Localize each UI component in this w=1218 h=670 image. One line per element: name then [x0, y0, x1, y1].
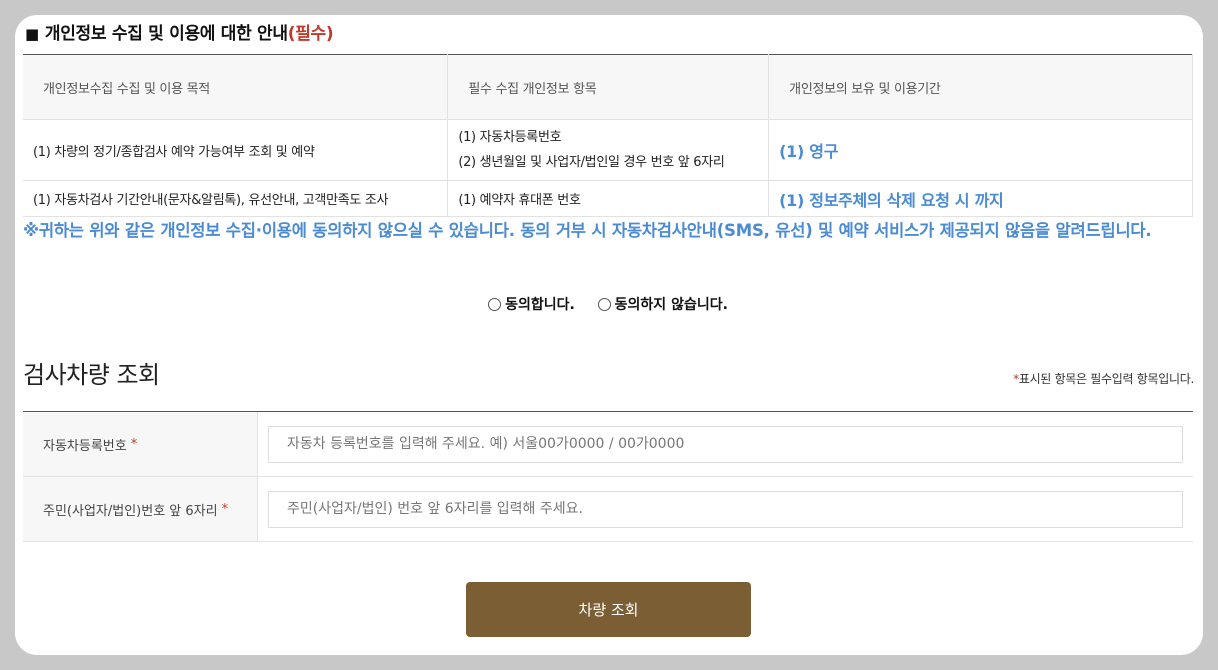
consent-options: 동의합니다. 동의하지 않습니다.: [23, 294, 1193, 314]
vehicle-search-form: 자동차등록번호* 주민(사업자/법인)번호 앞 6자리*: [23, 411, 1193, 542]
required-star: *: [130, 436, 138, 452]
form-row-id: 주민(사업자/법인)번호 앞 6자리 *: [23, 477, 1193, 542]
period-cell: (1) 정보주체의 삭제 요청 시 까지: [768, 180, 1193, 217]
header-purpose: 개인정보수집 수집 및 이용 목적: [23, 54, 449, 120]
vehicle-search-button[interactable]: 차량 조회: [466, 582, 751, 637]
consent-title-text: 개인정보 수집 및 이용에 대한 안내: [44, 24, 288, 44]
table-header-row: 개인정보수집 수집 및 이용 목적 필수 수집 개인정보 항목 개인정보의 보유…: [23, 54, 1193, 120]
required-tag: (필수): [287, 24, 334, 44]
header-items: 필수 수집 개인정보 항목: [447, 54, 770, 120]
required-note-text: 표시된 항목은 필수입력 항목입니다.: [1018, 372, 1194, 386]
id-label-text: 주민(사업자/법인)번호 앞 6자리: [43, 503, 218, 519]
agree-option[interactable]: 동의합니다.: [488, 294, 575, 314]
required-fields-note: *표시된 항목은 필수입력 항목입니다.: [1013, 370, 1194, 387]
content-panel: ■ 개인정보 수집 및 이용에 대한 안내(필수) 개인정보수집 수집 및 이용 …: [15, 15, 1203, 655]
agree-label: 동의합니다.: [505, 297, 575, 313]
purpose-cell: (1) 자동차검사 기간안내(문자&알림톡), 유선안내, 고객만족도 조사: [23, 180, 449, 217]
disagree-radio[interactable]: [597, 298, 611, 311]
items-cell: (1) 예약자 휴대폰 번호: [447, 180, 770, 217]
disagree-option[interactable]: 동의하지 않습니다.: [597, 294, 728, 314]
item-line: (1) 자동차등록번호: [458, 130, 562, 145]
items-cell: (1) 자동차등록번호 (2) 생년월일 및 사업자/법인일 경우 번호 앞 6…: [447, 119, 770, 181]
id-cell: [258, 477, 1193, 541]
item-line: (2) 생년월일 및 사업자/법인일 경우 번호 앞 6자리: [458, 155, 725, 170]
form-row-plate: 자동차등록번호 *: [23, 412, 1193, 477]
required-star: *: [221, 501, 229, 517]
plate-number-input[interactable]: [268, 425, 1183, 463]
consent-notice: ※귀하는 위와 같은 개인정보 수집·이용에 동의하지 않으실 수 있습니다. …: [23, 221, 1152, 240]
agree-radio[interactable]: [488, 298, 502, 311]
table-row: (1) 차량의 정기/종합검사 예약 가능여부 조회 및 예약 (1) 자동차등…: [23, 119, 1193, 181]
plate-label-text: 자동차등록번호: [43, 438, 127, 454]
id-label: 주민(사업자/법인)번호 앞 6자리 *: [23, 477, 258, 541]
search-section-title: 검사차량 조회: [23, 361, 160, 389]
period-cell: (1) 영구: [768, 119, 1193, 181]
table-row: (1) 자동차검사 기간안내(문자&알림톡), 유선안내, 고객만족도 조사 (…: [23, 180, 1193, 217]
plate-cell: [258, 412, 1193, 476]
consent-info-table: 개인정보수집 수집 및 이용 목적 필수 수집 개인정보 항목 개인정보의 보유…: [23, 54, 1193, 217]
header-period: 개인정보의 보유 및 이용기간: [768, 54, 1193, 120]
id-number-input[interactable]: [268, 490, 1183, 528]
disagree-label: 동의하지 않습니다.: [614, 297, 728, 313]
consent-section-title: ■ 개인정보 수집 및 이용에 대한 안내(필수): [25, 19, 334, 44]
square-bullet-icon: ■: [25, 25, 39, 43]
plate-label: 자동차등록번호 *: [23, 412, 258, 476]
purpose-cell: (1) 차량의 정기/종합검사 예약 가능여부 조회 및 예약: [23, 119, 449, 181]
